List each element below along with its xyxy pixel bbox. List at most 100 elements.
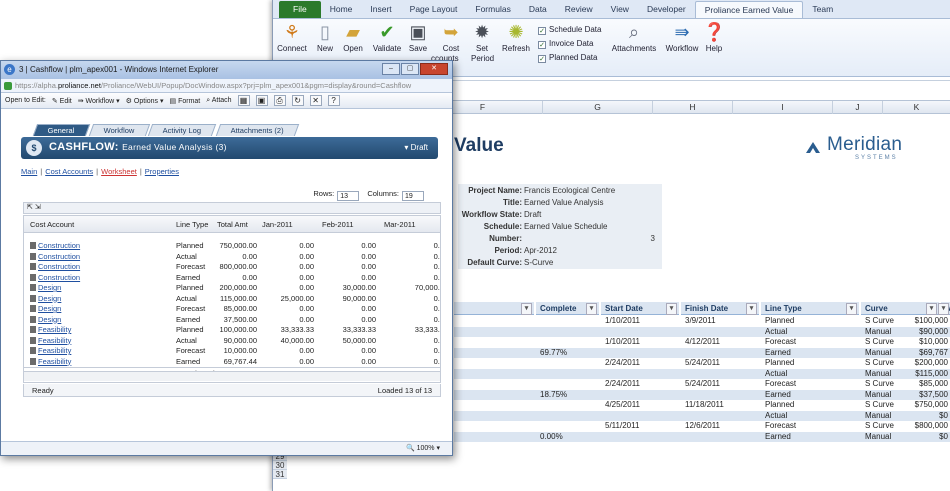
schedule-cell-finish[interactable]: 5/24/2011 — [685, 358, 720, 369]
set-period-button[interactable]: ✹ Set — [465, 22, 499, 53]
schedule-cell-amount[interactable]: $100,000 — [915, 316, 948, 327]
maximize-button[interactable]: ▢ — [401, 63, 419, 75]
options-menu[interactable]: ⚙ Options ▾ — [126, 97, 164, 105]
grid-header-line-type[interactable]: Line Type — [761, 302, 859, 315]
schedule-cell-type[interactable]: Forecast — [765, 337, 796, 348]
help-icon[interactable]: ? — [327, 95, 340, 106]
project-info-value[interactable]: Earned Value Analysis — [524, 197, 603, 209]
connect-button[interactable]: ⚘ Connect — [275, 22, 309, 53]
project-info-value[interactable]: Earned Value Schedule — [524, 221, 607, 233]
schedule-cell-curve[interactable]: S Curve — [865, 400, 894, 411]
row-number[interactable]: 31 — [273, 470, 287, 479]
column-header-i[interactable]: I — [733, 101, 833, 114]
tab-activity-log[interactable]: Activity Log — [148, 124, 217, 136]
schedule-cell-type[interactable]: Actual — [765, 369, 787, 380]
schedule-cell-curve[interactable]: Manual — [865, 369, 891, 380]
link-worksheet[interactable]: Worksheet — [101, 167, 137, 176]
col-mar-2011[interactable]: Mar-2011 — [384, 220, 416, 229]
schedule-cell-finish[interactable]: 4/12/2011 — [685, 337, 720, 348]
columns-input[interactable]: 19 — [402, 191, 424, 201]
address-bar[interactable]: https://alpha.proliance.net/Proliance/We… — [1, 79, 452, 93]
schedule-cell-amount[interactable]: $750,000 — [915, 400, 948, 411]
schedule-cell-amount[interactable]: $200,000 — [915, 358, 948, 369]
attach-button[interactable]: ⌕ Attach — [206, 97, 231, 105]
schedule-cell-start[interactable]: 5/11/2011 — [605, 421, 639, 432]
col-cost-account[interactable]: Cost Account — [30, 220, 74, 229]
tab-insert[interactable]: Insert — [361, 1, 400, 18]
project-info-value[interactable]: Draft — [524, 209, 541, 221]
open-button[interactable]: ▰ Open — [340, 22, 366, 53]
grid-header-finish-date[interactable]: Finish Date — [681, 302, 759, 315]
cost-account-link[interactable]: Design — [38, 314, 61, 325]
link-main[interactable]: Main — [21, 167, 37, 176]
schedule-cell-curve[interactable]: Manual — [865, 327, 891, 338]
schedule-cell-amount[interactable]: $85,000 — [919, 379, 948, 390]
schedule-cell-type[interactable]: Planned — [765, 358, 794, 369]
schedule-cell-curve[interactable]: S Curve — [865, 421, 894, 432]
tab-data[interactable]: Data — [520, 1, 556, 18]
schedule-cell-type[interactable]: Actual — [765, 411, 787, 422]
schedule-cell-finish[interactable]: 12/6/2011 — [685, 421, 720, 432]
attachments-button[interactable]: ⌕ Attachments — [609, 22, 659, 53]
grid-header-amount[interactable]: Amount — [938, 302, 950, 315]
schedule-cell-curve[interactable]: S Curve — [865, 337, 894, 348]
tab-home[interactable]: Home — [321, 1, 362, 18]
schedule-cell-curve[interactable]: Manual — [865, 348, 891, 359]
schedule-cell-curve[interactable]: S Curve — [865, 316, 894, 327]
project-info-value[interactable]: Francis Ecological Centre — [524, 185, 615, 197]
tab-attachments[interactable]: Attachments (2) — [215, 124, 299, 136]
cost-account-link[interactable]: Design — [38, 303, 61, 314]
validate-button[interactable]: ✔ Validate — [369, 22, 405, 53]
cost-account-link[interactable]: Feasibility — [38, 335, 71, 346]
delete-icon[interactable]: ✕ — [309, 95, 322, 106]
project-info-value[interactable]: Apr-2012 — [524, 245, 557, 257]
cost-account-link[interactable]: Construction — [38, 240, 80, 251]
horizontal-scrollbar[interactable] — [24, 371, 440, 381]
ie-title-bar[interactable]: e 3 | Cashflow | plm_apex001 - Windows I… — [1, 61, 452, 79]
schedule-cell-start[interactable]: 1/10/2011 — [605, 337, 640, 348]
cost-account-link[interactable]: Design — [38, 282, 61, 293]
schedule-cell-type[interactable]: Forecast — [765, 379, 796, 390]
project-info-value[interactable]: 3 — [524, 233, 655, 245]
schedule-cell-type[interactable]: Earned — [765, 390, 791, 401]
column-header-j[interactable]: J — [833, 101, 883, 114]
cost-account-link[interactable]: Construction — [38, 272, 80, 283]
edit-button[interactable]: ✎ Edit — [52, 97, 72, 105]
schedule-cell-type[interactable]: Planned — [765, 316, 794, 327]
grid-icon[interactable]: ▦ — [237, 95, 250, 106]
grid-header-curve[interactable]: Curve — [861, 302, 939, 315]
schedule-cell-start[interactable]: 2/24/2011 — [605, 379, 640, 390]
schedule-cell-curve[interactable]: S Curve — [865, 358, 894, 369]
workflow-button[interactable]: ⇛ Workflow — [663, 22, 701, 53]
cost-accounts-button[interactable]: ➥ Cost — [437, 22, 465, 53]
tab-team[interactable]: Team — [803, 1, 842, 18]
schedule-cell-curve[interactable]: S Curve — [865, 379, 894, 390]
grid-header-blank[interactable] — [454, 302, 534, 315]
schedule-cell-type[interactable]: Forecast — [765, 421, 796, 432]
schedule-cell-curve[interactable]: Manual — [865, 411, 891, 422]
schedule-cell-amount[interactable]: $0 — [939, 432, 948, 443]
cost-account-link[interactable]: Feasibility — [38, 324, 71, 335]
help-button[interactable]: ❓ Help — [703, 22, 725, 53]
export-icon[interactable]: ▣ — [255, 95, 268, 106]
schedule-cell-amount[interactable]: $0 — [939, 411, 948, 422]
collapse-icon[interactable]: ⇲ — [35, 204, 41, 211]
tab-file[interactable]: File — [279, 1, 321, 18]
tab-developer[interactable]: Developer — [638, 1, 695, 18]
tab-review[interactable]: Review — [556, 1, 602, 18]
cost-account-link[interactable]: Construction — [38, 251, 80, 262]
column-header-k[interactable]: K — [883, 101, 950, 114]
schedule-cell-type[interactable]: Planned — [765, 400, 794, 411]
planned-data-checkbox[interactable]: ✓ Planned Data — [538, 53, 597, 63]
schedule-cell-curve[interactable]: Manual — [865, 390, 891, 401]
schedule-cell-type[interactable]: Earned — [765, 432, 791, 443]
cost-account-link[interactable]: Feasibility — [38, 356, 71, 367]
tab-proliance-earned-value[interactable]: Proliance Earned Value — [694, 1, 804, 18]
grid-header-complete[interactable]: Complete — [536, 302, 599, 315]
link-properties[interactable]: Properties — [145, 167, 179, 176]
schedule-cell-amount[interactable]: $115,000 — [915, 369, 948, 380]
schedule-cell-complete[interactable]: 18.75% — [540, 390, 567, 401]
zoom-control[interactable]: 🔍 100% ▾ — [406, 442, 440, 455]
cost-account-link[interactable]: Construction — [38, 261, 80, 272]
cost-account-link[interactable]: Feasibility — [38, 345, 71, 356]
